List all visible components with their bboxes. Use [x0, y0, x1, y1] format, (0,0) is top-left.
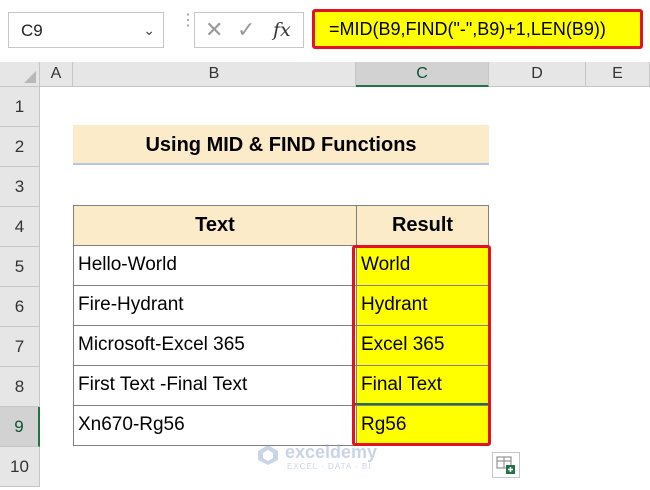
- row-header-8[interactable]: 8: [0, 367, 40, 407]
- table-cell-text[interactable]: Hello-World: [73, 245, 357, 286]
- insert-function-button[interactable]: fx: [273, 19, 291, 41]
- select-all-button[interactable]: [0, 62, 40, 87]
- auto-fill-icon: [496, 456, 515, 474]
- row-header-7[interactable]: 7: [0, 327, 40, 367]
- formula-bar: C9 ⌄ ⋮ ✕ ✓ fx =MID(B9,FIND("-",B9)+1,LEN…: [0, 0, 650, 62]
- name-box[interactable]: C9 ⌄: [8, 12, 164, 48]
- drag-handle-icon[interactable]: ⋮: [180, 13, 196, 41]
- formula-buttons: ✕ ✓ fx: [194, 12, 304, 48]
- exceldemy-logo-icon: [258, 445, 278, 465]
- column-header-c[interactable]: C: [356, 62, 489, 87]
- column-header-e[interactable]: E: [586, 62, 650, 87]
- row-header-4[interactable]: 4: [0, 207, 40, 247]
- column-header-d[interactable]: D: [489, 62, 586, 87]
- row-header-3[interactable]: 3: [0, 167, 40, 207]
- header-text[interactable]: Text: [73, 205, 357, 246]
- row-header-10[interactable]: 10: [0, 447, 40, 487]
- column-header-a[interactable]: A: [40, 62, 73, 87]
- auto-fill-options-button[interactable]: [492, 452, 520, 478]
- row-header-2[interactable]: 2: [0, 127, 40, 167]
- row-header-9[interactable]: 9: [0, 407, 40, 447]
- formula-input[interactable]: =MID(B9,FIND("-",B9)+1,LEN(B9)): [312, 9, 643, 49]
- watermark-name: exceldemy: [285, 442, 378, 462]
- formula-text: =MID(B9,FIND("-",B9)+1,LEN(B9)): [329, 19, 606, 39]
- row-header-6[interactable]: 6: [0, 287, 40, 327]
- exceldemy-watermark: exceldemy EXCEL · DATA · BI: [257, 440, 417, 474]
- name-box-value: C9: [21, 21, 43, 40]
- chevron-down-icon[interactable]: ⌄: [143, 22, 155, 39]
- sheet-title[interactable]: Using MID & FIND Functions: [73, 125, 489, 165]
- header-result[interactable]: Result: [356, 205, 489, 246]
- row-header-1[interactable]: 1: [0, 87, 40, 127]
- table-cell-text[interactable]: Microsoft-Excel 365: [73, 325, 357, 366]
- worksheet-grid: A B C D E 1 2 3 4 5 6 7 8 9 10 Using MID…: [0, 62, 650, 490]
- column-header-b[interactable]: B: [73, 62, 356, 87]
- table-cell-text[interactable]: Fire-Hydrant: [73, 285, 357, 326]
- close-icon[interactable]: ✕: [205, 17, 223, 43]
- active-cell-indicator: [355, 403, 488, 443]
- watermark-tagline: EXCEL · DATA · BI: [287, 462, 372, 471]
- check-icon[interactable]: ✓: [237, 17, 255, 43]
- table-cell-text[interactable]: First Text -Final Text: [73, 365, 357, 406]
- row-header-5[interactable]: 5: [0, 247, 40, 287]
